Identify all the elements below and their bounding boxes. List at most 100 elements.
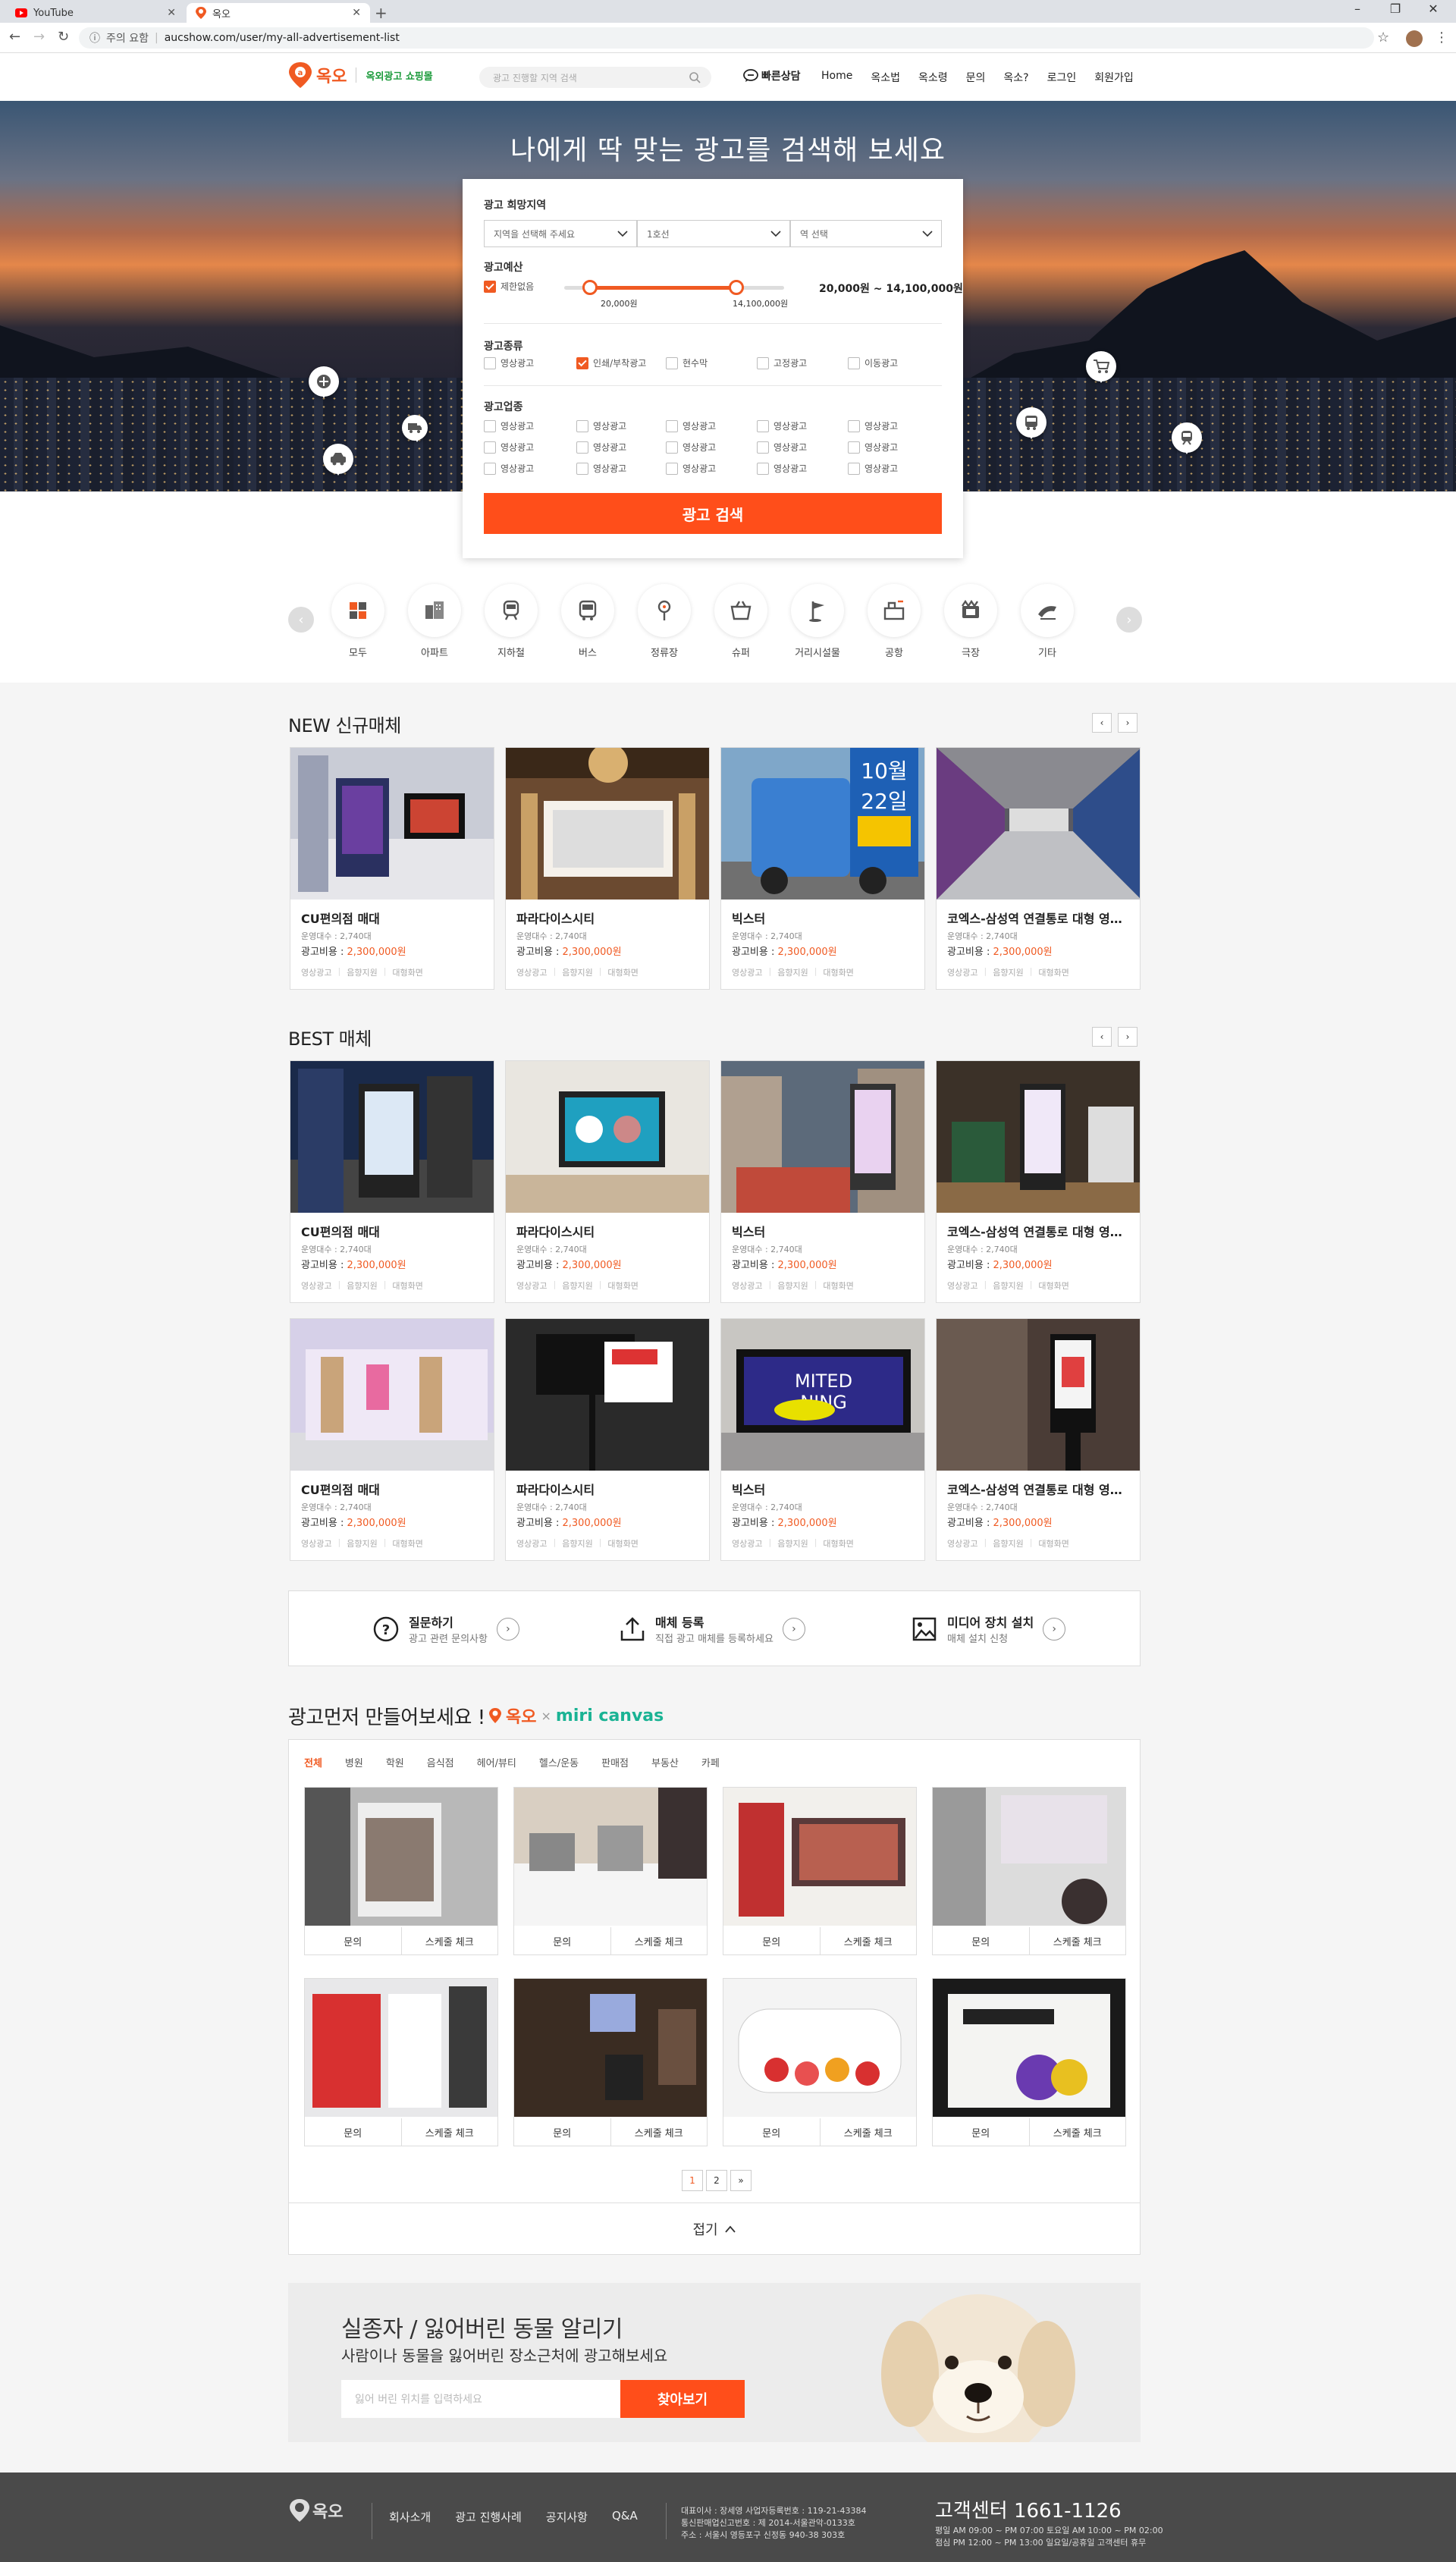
nav-signup[interactable]: 회원가입 (1094, 70, 1134, 85)
search-icon[interactable] (689, 71, 701, 83)
close-tab-icon[interactable]: ✕ (167, 7, 176, 19)
chevron-right-icon[interactable]: › (496, 1617, 519, 1640)
footer-nav-notice[interactable]: 공지사항 (546, 2509, 588, 2525)
gallery-tab[interactable]: 전체 (304, 1755, 322, 1769)
schedule-check-button[interactable]: 스케줄 체크 (821, 1927, 917, 1954)
nav-item-5[interactable]: 옥소? (1003, 70, 1028, 85)
category-theater[interactable]: 극장 (940, 584, 1001, 659)
media-card[interactable]: 빅스터 운영대수 : 2,740대 광고비용 : 2,300,000원 영상광고 | 음향… (720, 1060, 925, 1303)
gallery-tab[interactable]: 음식점 (427, 1755, 454, 1769)
slider-min-handle[interactable] (582, 280, 598, 295)
find-button[interactable]: 찾아보기 (620, 2380, 745, 2418)
media-card[interactable]: CU편의점 매대 운영대수 : 2,740대 광고비용 : 2,300,000원 영상… (290, 747, 494, 990)
schedule-check-button[interactable]: 스케줄 체크 (402, 2118, 498, 2146)
inquiry-button[interactable]: 문의 (933, 1927, 1030, 1954)
best-prev-button[interactable]: ‹ (1092, 1027, 1112, 1047)
gallery-card-image[interactable] (723, 1979, 916, 2117)
map-pin-car-icon[interactable] (323, 444, 353, 476)
category-apartment[interactable]: 아파트 (404, 584, 465, 659)
shortcut-register[interactable]: 매체 등록 직접 광고 매체를 등록하세요 › (619, 1612, 805, 1645)
gallery-card-image[interactable] (305, 1979, 497, 2117)
inquiry-button[interactable]: 문의 (305, 1927, 402, 1954)
footer-nav-about[interactable]: 회사소개 (389, 2509, 431, 2525)
media-card[interactable]: CU편의점 매대 운영대수 : 2,740대 광고비용 : 2,300,000원 영상… (290, 1060, 494, 1303)
gallery-tab[interactable]: 학원 (386, 1755, 404, 1769)
category-etc[interactable]: 기타 (1017, 584, 1078, 659)
industry-checkbox[interactable]: 영상광고 (576, 441, 626, 454)
category-supermarket[interactable]: 슈퍼 (711, 584, 771, 659)
inquiry-button[interactable]: 문의 (933, 2118, 1030, 2146)
nav-item-3[interactable]: 옥소령 (918, 70, 948, 85)
media-card-image[interactable] (937, 748, 1140, 900)
new-next-button[interactable]: › (1118, 713, 1138, 733)
industry-checkbox[interactable]: 영상광고 (666, 441, 716, 454)
footer-logo[interactable]: 옥오 (290, 2498, 343, 2523)
inquiry-button[interactable]: 문의 (305, 2118, 402, 2146)
address-bar[interactable]: ⓘ 주의 요함 | aucshow.com/user/my-all-advert… (79, 27, 1374, 49)
gallery-tab[interactable]: 부동산 (651, 1755, 679, 1769)
industry-checkbox[interactable]: 영상광고 (848, 419, 898, 432)
nav-item-2[interactable]: 옥소법 (871, 70, 900, 85)
schedule-check-button[interactable]: 스케줄 체크 (1030, 2118, 1126, 2146)
close-tab-icon[interactable]: ✕ (352, 7, 361, 19)
schedule-check-button[interactable]: 스케줄 체크 (611, 1927, 708, 1954)
industry-checkbox[interactable]: 영상광고 (484, 419, 534, 432)
schedule-check-button[interactable]: 스케줄 체크 (1030, 1927, 1126, 1954)
gallery-card[interactable]: 문의 스케줄 체크 (304, 1787, 498, 1955)
close-window-icon[interactable]: ✕ (1418, 2, 1448, 16)
industry-checkbox[interactable]: 영상광고 (484, 462, 534, 475)
media-card-image[interactable] (506, 748, 709, 900)
media-card-image[interactable] (937, 1319, 1140, 1471)
gallery-tab[interactable]: 카페 (701, 1755, 720, 1769)
nav-home[interactable]: Home (821, 70, 852, 85)
lost-location-input[interactable]: 잃어 버린 위치를 입력하세요 (341, 2380, 620, 2418)
next-page-button[interactable]: » (730, 2170, 752, 2191)
media-card[interactable]: 파라다이스시티 운영대수 : 2,740대 광고비용 : 2,300,000원 영상광… (505, 747, 710, 990)
gallery-card-image[interactable] (723, 1788, 916, 1926)
media-card-image[interactable] (506, 1319, 709, 1471)
media-card-image[interactable]: 10월 22일 (721, 748, 924, 900)
category-airport[interactable]: 공항 (864, 584, 924, 659)
industry-checkbox[interactable]: 영상광고 (757, 462, 807, 475)
station-select[interactable]: 역 선택 (790, 220, 942, 247)
industry-checkbox[interactable]: 영상광고 (848, 441, 898, 454)
budget-slider[interactable] (564, 280, 784, 295)
category-bus[interactable]: 버스 (557, 584, 618, 659)
industry-checkbox[interactable]: 영상광고 (666, 462, 716, 475)
inquiry-button[interactable]: 문의 (514, 2118, 611, 2146)
minimize-icon[interactable]: – (1342, 2, 1373, 16)
category-all[interactable]: 모두 (328, 584, 388, 659)
schedule-check-button[interactable]: 스케줄 체크 (821, 2118, 917, 2146)
media-card-image[interactable] (290, 748, 494, 900)
nav-inquiry[interactable]: 문의 (966, 70, 986, 85)
gallery-card-image[interactable] (305, 1788, 497, 1926)
page-1-button[interactable]: 1 (682, 2170, 703, 2191)
gallery-card-image[interactable] (514, 1788, 707, 1926)
gallery-card-image[interactable] (933, 1788, 1125, 1926)
schedule-check-button[interactable]: 스케줄 체크 (611, 2118, 708, 2146)
media-card[interactable]: 코엑스-삼성역 연결통로 대형 영상광고 운영대수 : 2,740대 광고비용 : … (936, 1318, 1141, 1561)
best-next-button[interactable]: › (1118, 1027, 1138, 1047)
inquiry-button[interactable]: 문의 (723, 2118, 821, 2146)
category-street-furniture[interactable]: 거리시설물 (787, 584, 848, 659)
ad-search-button[interactable]: 광고 검색 (484, 493, 942, 534)
gallery-tab[interactable]: 헤어/뷰티 (477, 1755, 516, 1769)
gallery-card[interactable]: 문의 스케줄 체크 (513, 1978, 708, 2146)
category-bus-stop[interactable]: 정류장 (634, 584, 695, 659)
gallery-card-image[interactable] (514, 1979, 707, 2117)
gallery-card[interactable]: 문의 스케줄 체크 (723, 1787, 917, 1955)
gallery-tab[interactable]: 헬스/운동 (539, 1755, 579, 1769)
media-card-image[interactable] (290, 1319, 494, 1471)
gallery-tab[interactable]: 병원 (345, 1755, 363, 1769)
quick-consult-link[interactable]: 빠른상담 (743, 68, 801, 83)
media-card-image[interactable] (290, 1061, 494, 1213)
media-card[interactable]: MITEDNING 빅스터운영대수 : 2,740대광고비용 : 2,300,00… (720, 1318, 925, 1561)
collapse-button[interactable]: 접기 (289, 2203, 1140, 2254)
type-checkbox[interactable]: 이동광고 (848, 356, 898, 369)
chevron-right-icon[interactable]: › (782, 1617, 805, 1640)
new-prev-button[interactable]: ‹ (1092, 713, 1112, 733)
gallery-card-image[interactable] (933, 1979, 1125, 2117)
profile-avatar[interactable] (1406, 30, 1423, 47)
map-pin-bus-icon[interactable] (1016, 407, 1046, 439)
unlimited-checkbox[interactable]: 제한없음 (484, 280, 534, 293)
